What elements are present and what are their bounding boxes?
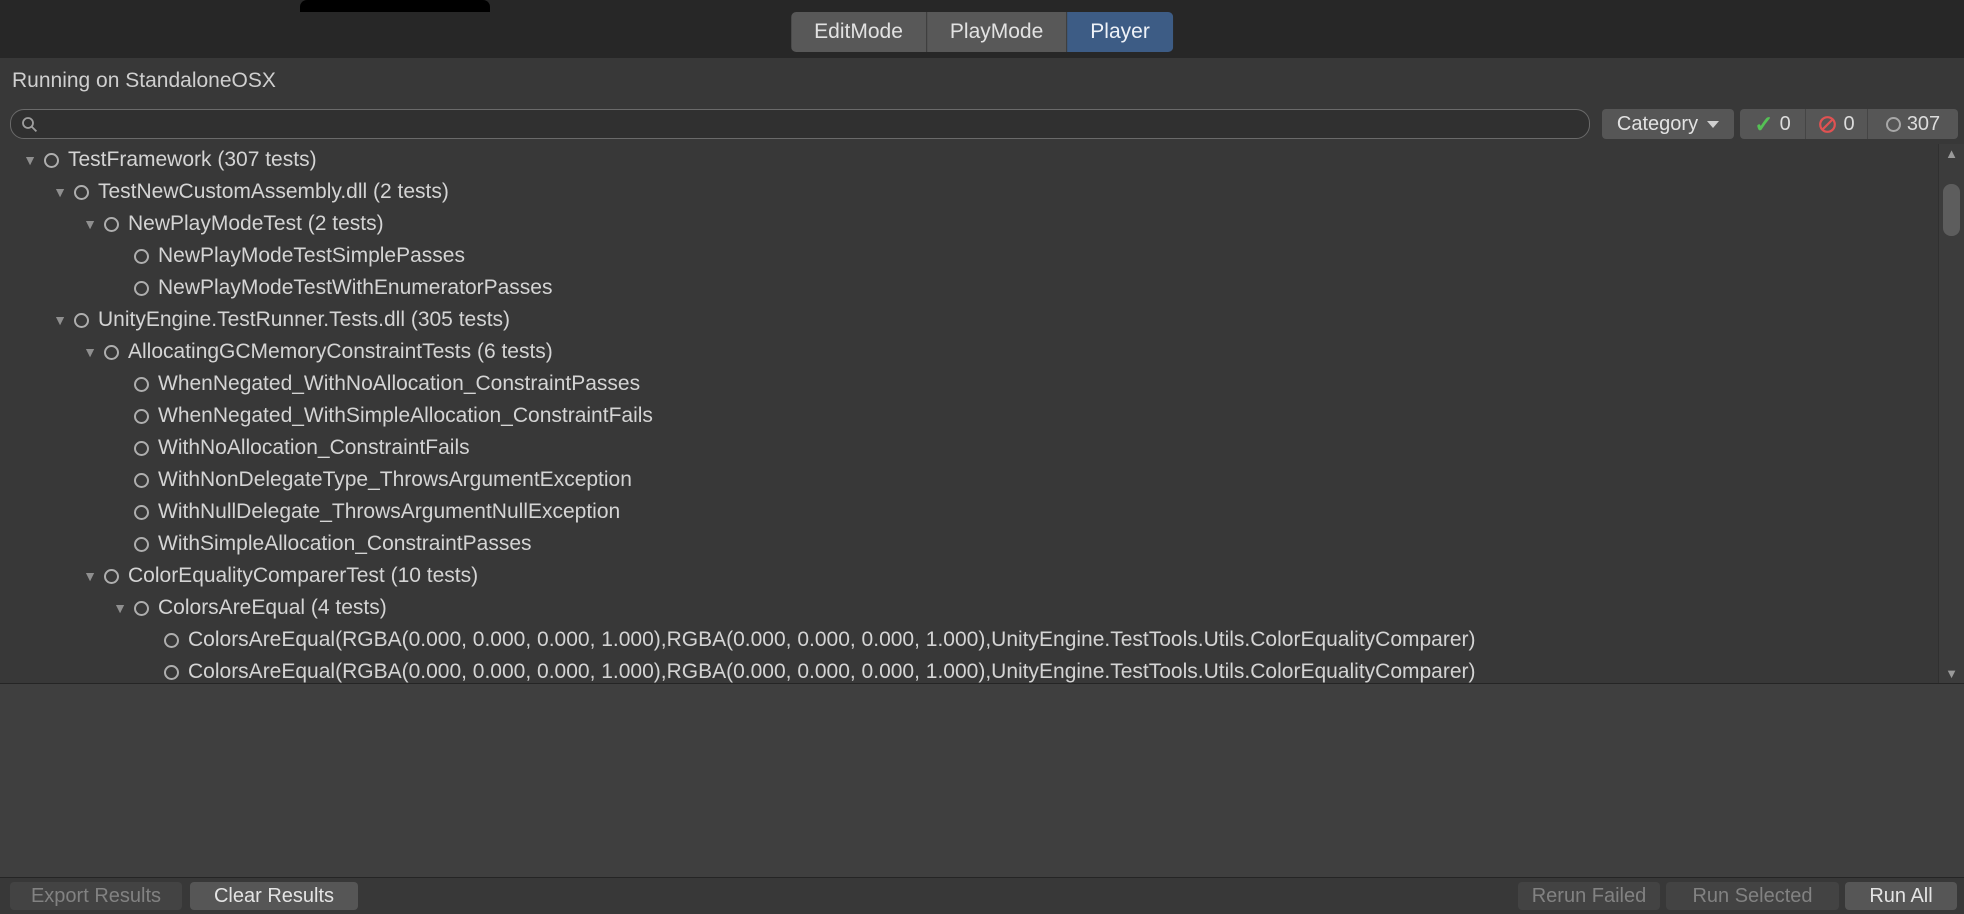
tree-row-label: NewPlayModeTest (2 tests) [128, 212, 384, 236]
window-tab[interactable] [300, 0, 490, 12]
disclosure-triangle-icon[interactable]: ▼ [106, 600, 134, 616]
tree-row-label: WithSimpleAllocation_ConstraintPasses [158, 532, 532, 556]
tab-editmode[interactable]: EditMode [791, 12, 927, 52]
tree-scrollbar[interactable]: ▲ ▼ [1938, 144, 1964, 683]
tree-row[interactable]: NewPlayModeTestSimplePasses [0, 240, 1938, 272]
tree-row[interactable]: WithNullDelegate_ThrowsArgumentNullExcep… [0, 496, 1938, 528]
failed-count: 0 [1843, 113, 1854, 136]
test-status-icon [134, 473, 149, 488]
tree-row-label: UnityEngine.TestRunner.Tests.dll (305 te… [98, 308, 510, 332]
tab-editmode-label: EditMode [814, 20, 903, 44]
tree-row-label: ColorEqualityComparerTest (10 tests) [128, 564, 478, 588]
test-status-icon [134, 249, 149, 264]
tree-row[interactable]: WithNoAllocation_ConstraintFails [0, 432, 1938, 464]
tree-row[interactable]: WithSimpleAllocation_ConstraintPasses [0, 528, 1938, 560]
test-result-details-panel [0, 683, 1964, 877]
chevron-down-icon [1707, 121, 1719, 128]
test-status-icon [134, 441, 149, 456]
passed-filter-toggle[interactable]: ✓ 0 [1740, 109, 1806, 139]
notrun-filter-toggle[interactable]: 307 [1868, 109, 1958, 139]
tree-row[interactable]: ▼ TestNewCustomAssembly.dll (2 tests) [0, 176, 1938, 208]
test-status-icon [104, 217, 119, 232]
tree-row-label: ColorsAreEqual (4 tests) [158, 596, 387, 620]
tree-row[interactable]: ▼ ColorEqualityComparerTest (10 tests) [0, 560, 1938, 592]
tree-row[interactable]: ▼ NewPlayModeTest (2 tests) [0, 208, 1938, 240]
tree-row-label: NewPlayModeTestSimplePasses [158, 244, 465, 268]
tree-row-label: WithNoAllocation_ConstraintFails [158, 436, 470, 460]
disclosure-triangle-icon[interactable]: ▼ [46, 312, 74, 328]
test-runner-window: EditMode PlayMode Player Running on Stan… [0, 0, 1964, 914]
tree-row-label: WithNullDelegate_ThrowsArgumentNullExcep… [158, 500, 620, 524]
tree-row[interactable]: NewPlayModeTestWithEnumeratorPasses [0, 272, 1938, 304]
filter-row: Category ✓ 0 0 307 [0, 104, 1964, 144]
test-tree: ▼ TestFramework (307 tests) ▼ TestNewCustom… [0, 144, 1938, 683]
tree-row-label: TestNewCustomAssembly.dll (2 tests) [98, 180, 449, 204]
tree-row[interactable]: ColorsAreEqual(RGBA(0.000, 0.000, 0.000,… [0, 624, 1938, 656]
tree-row-label: NewPlayModeTestWithEnumeratorPasses [158, 276, 553, 300]
disclosure-triangle-icon[interactable]: ▼ [76, 216, 104, 232]
failed-filter-toggle[interactable]: 0 [1806, 109, 1868, 139]
test-status-icon [44, 153, 59, 168]
tree-row[interactable]: ▼ UnityEngine.TestRunner.Tests.dll (305 t… [0, 304, 1938, 336]
tree-row[interactable]: ▼ ColorsAreEqual (4 tests) [0, 592, 1938, 624]
clear-results-button[interactable]: Clear Results [190, 882, 358, 910]
running-on-label: Running on StandaloneOSX [12, 58, 276, 104]
fail-icon [1818, 115, 1837, 134]
search-field[interactable] [10, 109, 1590, 139]
test-status-icon [134, 281, 149, 296]
tree-row[interactable]: ▼ TestFramework (307 tests) [0, 144, 1938, 176]
test-status-icon [134, 505, 149, 520]
subheader: Running on StandaloneOSX [0, 58, 1964, 104]
scroll-up-icon[interactable]: ▲ [1939, 146, 1964, 161]
test-status-icon [74, 313, 89, 328]
tab-player-label: Player [1090, 20, 1150, 44]
tab-player[interactable]: Player [1067, 12, 1173, 52]
run-selected-button[interactable]: Run Selected [1666, 882, 1839, 910]
scroll-down-icon[interactable]: ▼ [1939, 666, 1964, 681]
search-icon [21, 116, 38, 133]
test-status-icon [164, 665, 179, 680]
pass-check-icon: ✓ [1754, 113, 1773, 136]
tree-row-label: WhenNegated_WithNoAllocation_ConstraintP… [158, 372, 640, 396]
tree-row-label: AllocatingGCMemoryConstraintTests (6 tes… [128, 340, 553, 364]
test-status-icon [134, 409, 149, 424]
tree-row[interactable]: ColorsAreEqual(RGBA(0.000, 0.000, 0.000,… [0, 656, 1938, 683]
test-status-icon [134, 601, 149, 616]
not-run-count: 307 [1907, 113, 1940, 136]
tree-row[interactable]: WhenNegated_WithNoAllocation_ConstraintP… [0, 368, 1938, 400]
rerun-failed-button[interactable]: Rerun Failed [1518, 882, 1660, 910]
export-results-button[interactable]: Export Results [10, 882, 182, 910]
tree-row[interactable]: WithNonDelegateType_ThrowsArgumentExcept… [0, 464, 1938, 496]
footer-bar: Export Results Clear Results Rerun Faile… [0, 877, 1964, 914]
not-run-icon [1886, 117, 1901, 132]
tree-row-label: WhenNegated_WithSimpleAllocation_Constra… [158, 404, 653, 428]
disclosure-triangle-icon[interactable]: ▼ [46, 184, 74, 200]
test-status-icon [104, 345, 119, 360]
category-label: Category [1617, 113, 1698, 136]
search-input[interactable] [46, 113, 1579, 135]
tree-row-label: TestFramework (307 tests) [68, 148, 317, 172]
tree-row[interactable]: WhenNegated_WithSimpleAllocation_Constra… [0, 400, 1938, 432]
disclosure-triangle-icon[interactable]: ▼ [76, 344, 104, 360]
result-filter-group: ✓ 0 0 307 [1740, 109, 1958, 139]
tab-playmode-label: PlayMode [950, 20, 1043, 44]
test-status-icon [74, 185, 89, 200]
disclosure-triangle-icon[interactable]: ▼ [76, 568, 104, 584]
mode-tab-group: EditMode PlayMode Player [791, 12, 1173, 52]
passed-count: 0 [1780, 113, 1791, 136]
tab-playmode[interactable]: PlayMode [927, 12, 1067, 52]
scrollbar-thumb[interactable] [1943, 184, 1960, 236]
tree-row-label: ColorsAreEqual(RGBA(0.000, 0.000, 0.000,… [188, 628, 1476, 652]
test-status-icon [164, 633, 179, 648]
test-status-icon [134, 377, 149, 392]
tree-row-label: ColorsAreEqual(RGBA(0.000, 0.000, 0.000,… [188, 660, 1476, 683]
title-bar: EditMode PlayMode Player [0, 0, 1964, 58]
test-status-icon [104, 569, 119, 584]
test-status-icon [134, 537, 149, 552]
run-all-button[interactable]: Run All [1845, 882, 1957, 910]
tree-row-label: WithNonDelegateType_ThrowsArgumentExcept… [158, 468, 632, 492]
disclosure-triangle-icon[interactable]: ▼ [16, 152, 44, 168]
category-dropdown[interactable]: Category [1602, 109, 1734, 139]
tree-row[interactable]: ▼ AllocatingGCMemoryConstraintTests (6 te… [0, 336, 1938, 368]
